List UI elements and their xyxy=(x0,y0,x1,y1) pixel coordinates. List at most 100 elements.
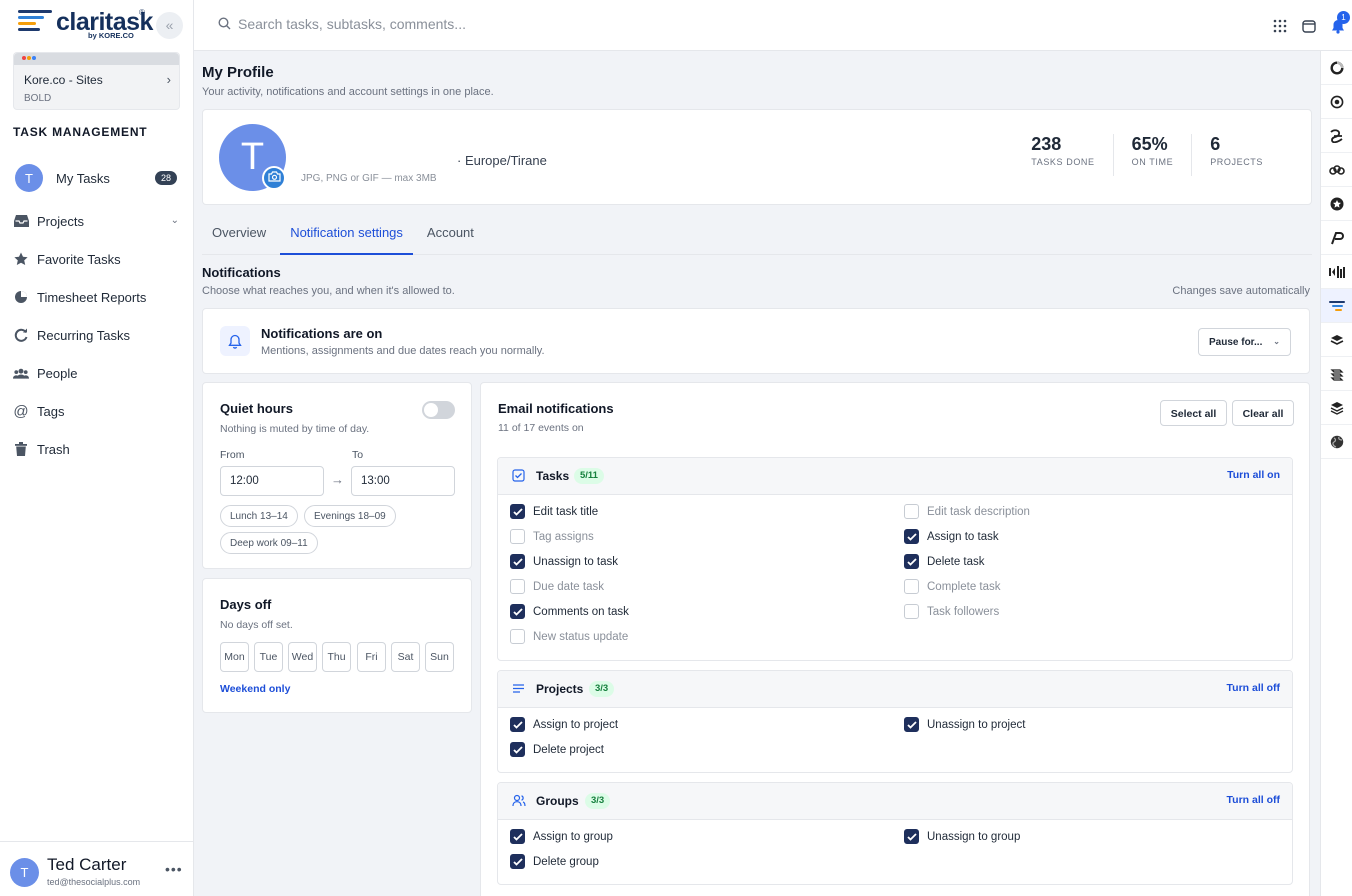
sidebar-item-tags[interactable]: @ Tags xyxy=(0,392,193,430)
upload-photo-button[interactable] xyxy=(262,166,286,190)
checkbox-checked[interactable] xyxy=(510,604,525,619)
workspace-name: Kore.co - Sites xyxy=(24,73,103,87)
checkbox-checked[interactable] xyxy=(904,829,919,844)
quiet-hours-toggle[interactable] xyxy=(422,401,455,419)
option-edit-task-description[interactable]: Edit task description xyxy=(904,504,1030,519)
checkbox-checked[interactable] xyxy=(510,829,525,844)
rail-app-script-icon[interactable] xyxy=(1321,119,1352,153)
pause-notifications-dropdown[interactable]: Pause for... ⌄ xyxy=(1198,328,1291,356)
option-delete-project[interactable]: Delete project xyxy=(510,742,604,757)
claritask-logo[interactable]: claritask ® by KORE.CO xyxy=(18,8,153,42)
rail-app-ring-icon[interactable] xyxy=(1321,51,1352,85)
day-sun[interactable]: Sun xyxy=(425,642,454,672)
preset-chip-deep-work[interactable]: Deep work 09–11 xyxy=(220,532,318,554)
stat-label: ON TIME xyxy=(1131,157,1174,167)
sidebar-item-trash[interactable]: Trash xyxy=(0,430,193,468)
checkbox-unchecked[interactable] xyxy=(904,579,919,594)
sidebar-item-timesheet-reports[interactable]: Timesheet Reports xyxy=(0,278,193,316)
sidebar-item-label: Tags xyxy=(37,403,65,419)
preset-chip-lunch[interactable]: Lunch 13–14 xyxy=(220,505,298,527)
collapse-sidebar-button[interactable]: « xyxy=(156,12,183,39)
option-assign-to-group[interactable]: Assign to group xyxy=(510,829,613,844)
rail-app-claritask-icon[interactable] xyxy=(1321,289,1352,323)
checkbox-checked[interactable] xyxy=(904,554,919,569)
checkbox-unchecked[interactable] xyxy=(510,529,525,544)
checkbox-unchecked[interactable] xyxy=(904,604,919,619)
rail-app-chain-icon[interactable] xyxy=(1321,153,1352,187)
option-new-status-update[interactable]: New status update xyxy=(510,629,628,644)
logo-mark-icon xyxy=(18,10,52,34)
option-due-date-task[interactable]: Due date task xyxy=(510,579,604,594)
quiet-to-input[interactable]: 13:00 xyxy=(351,466,455,496)
user-menu[interactable]: T Ted Carter ted@thesocialplus.com ••• xyxy=(0,841,193,896)
from-label: From xyxy=(220,449,245,461)
calendar-icon[interactable] xyxy=(1294,15,1323,37)
option-unassign-to-task[interactable]: Unassign to task xyxy=(510,554,618,569)
rail-app-layers-icon[interactable] xyxy=(1321,357,1352,391)
option-task-followers[interactable]: Task followers xyxy=(904,604,999,619)
search-input[interactable] xyxy=(238,16,638,32)
bell-icon[interactable]: 1 xyxy=(1323,11,1352,37)
checkbox-checked[interactable] xyxy=(510,717,525,732)
workspace-switcher[interactable]: Kore.co - Sites BOLD › xyxy=(13,52,180,110)
more-options-icon[interactable]: ••• xyxy=(165,861,183,877)
checkbox-unchecked[interactable] xyxy=(510,579,525,594)
checkbox-checked[interactable] xyxy=(510,854,525,869)
checkbox-checked[interactable] xyxy=(904,529,919,544)
option-edit-task-title[interactable]: Edit task title xyxy=(510,504,598,519)
option-delete-task[interactable]: Delete task xyxy=(904,554,985,569)
quiet-from-input[interactable]: 12:00 xyxy=(220,466,324,496)
checkbox-checked[interactable] xyxy=(510,504,525,519)
day-fri[interactable]: Fri xyxy=(357,642,386,672)
option-unassign-to-project[interactable]: Unassign to project xyxy=(904,717,1025,732)
option-assign-to-task[interactable]: Assign to task xyxy=(904,529,999,544)
rail-app-star-badge-icon[interactable] xyxy=(1321,187,1352,221)
day-mon[interactable]: Mon xyxy=(220,642,249,672)
clear-all-button[interactable]: Clear all xyxy=(1232,400,1294,426)
tab-account[interactable]: Account xyxy=(417,213,484,255)
option-assign-to-project[interactable]: Assign to project xyxy=(510,717,618,732)
rail-app-bars-icon[interactable] xyxy=(1321,255,1352,289)
rail-app-stack-icon[interactable] xyxy=(1321,323,1352,357)
weekend-only-link[interactable]: Weekend only xyxy=(220,683,290,695)
preset-chip-evenings[interactable]: Evenings 18–09 xyxy=(304,505,396,527)
rail-app-target-icon[interactable] xyxy=(1321,85,1352,119)
day-wed[interactable]: Wed xyxy=(288,642,317,672)
profile-tabs: Overview Notification settings Account xyxy=(202,213,1312,255)
checkbox-checked[interactable] xyxy=(904,717,919,732)
stat-value: 65% xyxy=(1131,134,1168,154)
turn-all-on-tasks-button[interactable]: Turn all on xyxy=(1227,469,1280,481)
option-comments-on-task[interactable]: Comments on task xyxy=(510,604,629,619)
sidebar-item-my-tasks[interactable]: T My Tasks 28 xyxy=(0,160,193,196)
checkbox-unchecked[interactable] xyxy=(904,504,919,519)
tab-overview[interactable]: Overview xyxy=(202,213,276,255)
checkbox-checked[interactable] xyxy=(510,742,525,757)
checkbox-unchecked[interactable] xyxy=(510,629,525,644)
rail-app-buffer-icon[interactable] xyxy=(1321,391,1352,425)
tab-notification-settings[interactable]: Notification settings xyxy=(280,213,413,255)
turn-all-off-projects-button[interactable]: Turn all off xyxy=(1227,682,1280,694)
sidebar-item-projects[interactable]: Projects ⌄ xyxy=(0,202,193,240)
sidebar-item-people[interactable]: People xyxy=(0,354,193,392)
avatar: T xyxy=(10,858,39,887)
rail-app-globe-icon[interactable] xyxy=(1321,425,1352,459)
checkbox-checked[interactable] xyxy=(510,554,525,569)
select-all-button[interactable]: Select all xyxy=(1160,400,1227,426)
rail-app-p-icon[interactable] xyxy=(1321,221,1352,255)
option-tag-assigns[interactable]: Tag assigns xyxy=(510,529,594,544)
apps-grid-icon[interactable] xyxy=(1265,15,1294,37)
day-tue[interactable]: Tue xyxy=(254,642,283,672)
sidebar-item-recurring-tasks[interactable]: Recurring Tasks xyxy=(0,316,193,354)
days-off-subtitle: No days off set. xyxy=(220,619,293,631)
option-delete-group[interactable]: Delete group xyxy=(510,854,599,869)
days-off-card: Days off No days off set. Mon Tue Wed Th… xyxy=(202,578,472,713)
sidebar-item-favorite-tasks[interactable]: Favorite Tasks xyxy=(0,240,193,278)
day-thu[interactable]: Thu xyxy=(322,642,351,672)
option-complete-task[interactable]: Complete task xyxy=(904,579,1001,594)
pie-chart-icon xyxy=(13,289,29,305)
chevron-down-icon[interactable]: ⌄ xyxy=(171,215,179,226)
option-unassign-to-group[interactable]: Unassign to group xyxy=(904,829,1020,844)
turn-all-off-groups-button[interactable]: Turn all off xyxy=(1227,794,1280,806)
day-sat[interactable]: Sat xyxy=(391,642,420,672)
option-label: Delete group xyxy=(533,855,599,868)
